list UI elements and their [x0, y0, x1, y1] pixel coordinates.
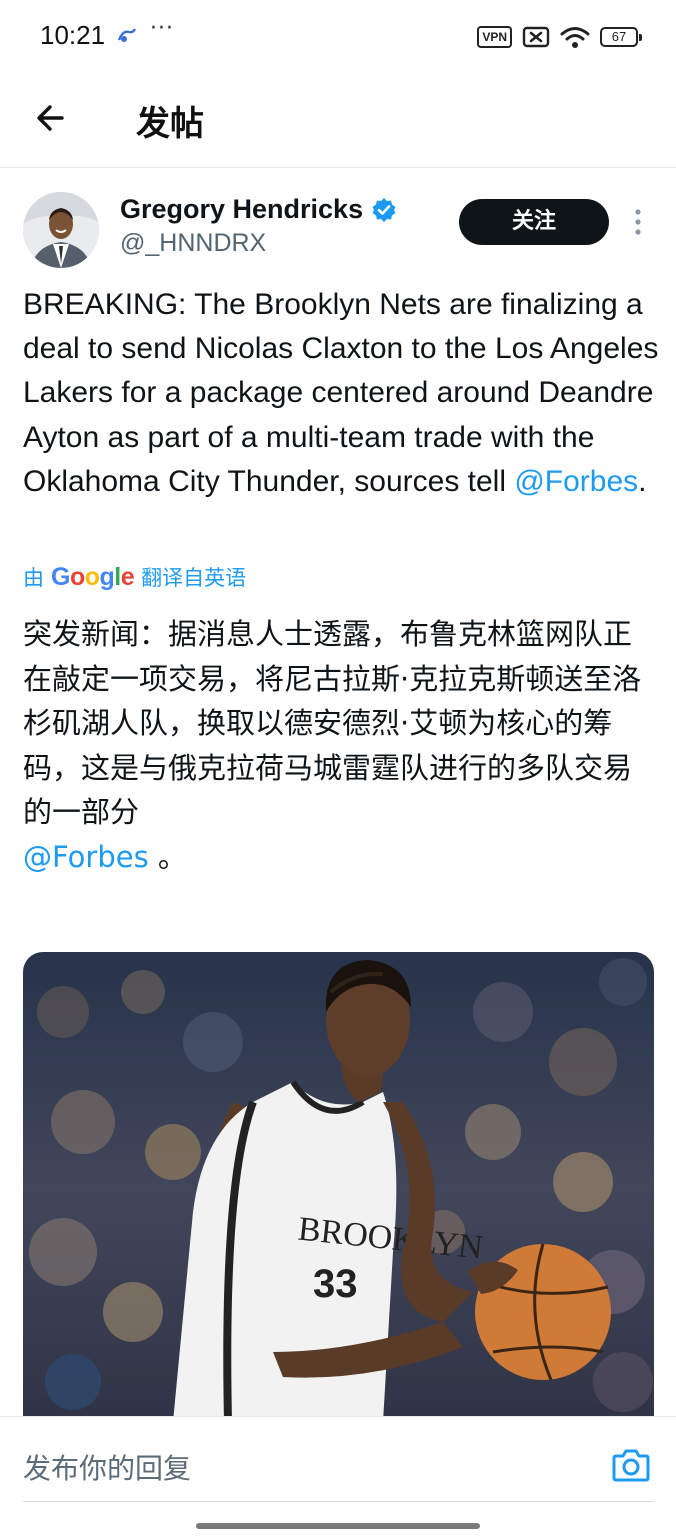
no-sim-icon	[522, 26, 550, 48]
status-bar: 10:21 ··· VPN 67	[0, 0, 676, 72]
translated-text-end: 。	[148, 839, 187, 874]
tweet-text-end: .	[638, 464, 647, 498]
post-media-image[interactable]: BROOKLYN 33	[23, 952, 654, 1422]
translated-mention-link[interactable]: @Forbes	[23, 840, 149, 874]
author-name-row[interactable]: Gregory Hendricks	[120, 194, 397, 225]
tweet-text: BREAKING: The Brooklyn Nets are finalizi…	[23, 283, 663, 504]
translated-by-label: 由	[23, 566, 44, 590]
wifi-icon	[560, 27, 590, 48]
translation-attribution[interactable]: 由 Google 翻译自英语	[23, 562, 246, 592]
reply-input[interactable]: 发布你的回复	[23, 1447, 191, 1487]
translated-text: 突发新闻：据消息人士透露，布鲁克林篮网队正在敲定一项交易，将尼古拉斯·克拉克斯顿…	[23, 612, 643, 879]
avatar-photo	[23, 192, 99, 268]
basketball-player-photo: BROOKLYN 33	[23, 952, 654, 1422]
battery-indicator: 67	[600, 27, 642, 47]
author-handle[interactable]: @_HNNDRX	[120, 229, 266, 258]
home-indicator[interactable]	[196, 1523, 480, 1529]
google-logo: Google	[51, 563, 135, 591]
translate-action-label: 翻译自英语	[141, 566, 247, 590]
status-icons: VPN 67	[477, 24, 642, 50]
arrow-left-icon[interactable]	[32, 98, 72, 138]
verified-badge-icon	[372, 197, 396, 222]
translated-text-main: 突发新闻：据消息人士透露，布鲁克林篮网队正在敲定一项交易，将尼古拉斯·克拉克斯顿…	[23, 617, 642, 829]
avatar[interactable]	[23, 192, 99, 268]
follow-button[interactable]: 关注	[459, 199, 609, 245]
more-vertical-icon[interactable]	[627, 207, 649, 237]
status-overflow-dots: ···	[150, 16, 174, 41]
mention-link[interactable]: @Forbes	[514, 465, 638, 498]
status-time: 10:21	[40, 20, 106, 50]
jersey-number: 33	[313, 1262, 358, 1306]
author-name[interactable]: Gregory Hendricks	[120, 194, 363, 225]
top-app-bar: 发帖	[0, 72, 676, 168]
camera-icon[interactable]	[612, 1447, 650, 1483]
notification-app-icon	[117, 28, 137, 42]
reply-divider	[23, 1501, 653, 1502]
vpn-badge: VPN	[477, 26, 512, 48]
page-title: 发帖	[136, 104, 204, 144]
reply-composer-bar: 发布你的回复	[0, 1416, 676, 1540]
